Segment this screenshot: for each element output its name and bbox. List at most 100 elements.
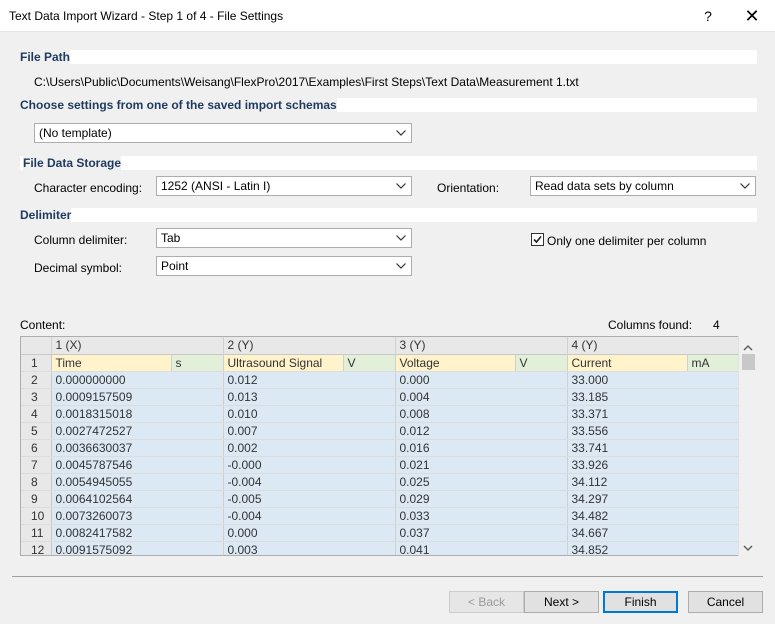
column-header[interactable]: 4 (Y): [567, 337, 740, 355]
data-cell[interactable]: 33.371: [567, 405, 740, 423]
column-header[interactable]: 2 (Y): [223, 337, 396, 355]
schema-select[interactable]: (No template): [34, 123, 412, 143]
unit-cell[interactable]: mA: [687, 354, 740, 372]
data-cell[interactable]: 0.000: [395, 371, 568, 389]
data-cell[interactable]: 33.926: [567, 456, 740, 474]
data-cell[interactable]: 0.0082417582: [51, 524, 224, 542]
chevron-down-icon: [395, 124, 407, 142]
data-cell[interactable]: 34.667: [567, 524, 740, 542]
data-cell[interactable]: 0.012: [395, 422, 568, 440]
data-cell[interactable]: 33.741: [567, 439, 740, 457]
row-number: 5: [21, 422, 52, 440]
data-cell[interactable]: 34.852: [567, 541, 740, 555]
data-cell[interactable]: 0.013: [223, 388, 396, 406]
data-cell[interactable]: 0.000000000: [51, 371, 224, 389]
storage-header: File Data Storage: [23, 156, 122, 170]
unit-cell[interactable]: V: [343, 354, 396, 372]
scroll-thumb[interactable]: [742, 354, 755, 370]
finish-button[interactable]: Finish: [603, 591, 678, 613]
column-header[interactable]: 3 (Y): [395, 337, 568, 355]
data-cell[interactable]: 0.016: [395, 439, 568, 457]
data-cell[interactable]: -0.005: [223, 490, 396, 508]
data-cell[interactable]: 0.0036630037: [51, 439, 224, 457]
data-cell[interactable]: 0.029: [395, 490, 568, 508]
encoding-select[interactable]: 1252 (ANSI - Latin I): [156, 176, 412, 196]
data-cell[interactable]: 0.0091575092: [51, 541, 224, 555]
decimal-symbol-label: Decimal symbol:: [34, 261, 123, 275]
orientation-select[interactable]: Read data sets by column: [530, 176, 756, 196]
next-button[interactable]: Next >: [524, 591, 599, 613]
data-cell[interactable]: 34.112: [567, 473, 740, 491]
data-cell[interactable]: 0.0027472527: [51, 422, 224, 440]
scroll-down-icon[interactable]: [743, 541, 753, 551]
column-delimiter-select[interactable]: Tab: [156, 228, 412, 248]
data-cell[interactable]: 0.012: [223, 371, 396, 389]
data-cell[interactable]: 33.000: [567, 371, 740, 389]
data-cell[interactable]: -0.000: [223, 456, 396, 474]
data-cell[interactable]: 0.041: [395, 541, 568, 555]
column-header-row: 1 (X) 2 (Y) 3 (Y) 4 (Y): [21, 337, 740, 355]
columns-found-value: 4: [713, 318, 720, 332]
data-cell[interactable]: 0.0009157509: [51, 388, 224, 406]
data-cell[interactable]: 33.556: [567, 422, 740, 440]
data-cell[interactable]: 0.000: [223, 524, 396, 542]
encoding-label: Character encoding:: [34, 181, 143, 195]
table-row: 8 0.0054945055 -0.004 0.025 34.112: [21, 473, 740, 491]
row-number: 6: [21, 439, 52, 457]
row-number: 7: [21, 456, 52, 474]
table-row: 10 0.0073260073 -0.004 0.033 34.482: [21, 507, 740, 525]
schema-select-value: (No template): [39, 126, 112, 140]
table-row: 2 0.000000000 0.012 0.000 33.000: [21, 371, 740, 389]
data-cell[interactable]: -0.004: [223, 507, 396, 525]
table-row: 3 0.0009157509 0.013 0.004 33.185: [21, 388, 740, 406]
cancel-button[interactable]: Cancel: [688, 591, 763, 613]
content-grid[interactable]: 1 (X) 2 (Y) 3 (Y) 4 (Y) 1 Time s Ultraso…: [20, 336, 757, 556]
data-cell[interactable]: 34.482: [567, 507, 740, 525]
column-header[interactable]: 1 (X): [51, 337, 224, 355]
data-cell[interactable]: 0.003: [223, 541, 396, 555]
unit-cell[interactable]: s: [171, 354, 224, 372]
name-cell[interactable]: Time: [51, 354, 172, 372]
data-cell[interactable]: 0.033: [395, 507, 568, 525]
name-cell[interactable]: Ultrasound Signal: [223, 354, 344, 372]
data-cell[interactable]: 0.0018315018: [51, 405, 224, 423]
data-cell[interactable]: 33.185: [567, 388, 740, 406]
row-number: 12: [21, 541, 52, 555]
data-cell[interactable]: 0.0064102564: [51, 490, 224, 508]
data-cell[interactable]: 0.008: [395, 405, 568, 423]
data-cell[interactable]: 0.010: [223, 405, 396, 423]
close-button[interactable]: ✕: [730, 0, 774, 32]
schema-header: Choose settings from one of the saved im…: [20, 98, 337, 112]
vertical-scrollbar[interactable]: [738, 336, 757, 556]
one-delimiter-checkbox[interactable]: [531, 233, 544, 246]
title-bar: Text Data Import Wizard - Step 1 of 4 - …: [0, 0, 775, 32]
chevron-down-icon: [739, 177, 751, 195]
back-button[interactable]: < Back: [449, 591, 524, 613]
data-cell[interactable]: 0.037: [395, 524, 568, 542]
content-table: 1 (X) 2 (Y) 3 (Y) 4 (Y) 1 Time s Ultraso…: [21, 337, 740, 555]
row-number: 2: [21, 371, 52, 389]
decimal-symbol-select[interactable]: Point: [156, 256, 412, 276]
row-number: 3: [21, 388, 52, 406]
checkmark-icon: [533, 235, 542, 244]
data-cell[interactable]: 0.0045787546: [51, 456, 224, 474]
data-cell[interactable]: -0.004: [223, 473, 396, 491]
data-cell[interactable]: 0.021: [395, 456, 568, 474]
table-row: 12 0.0091575092 0.003 0.041 34.852: [21, 541, 740, 555]
scroll-up-icon[interactable]: [743, 340, 753, 351]
name-cell[interactable]: Current: [567, 354, 688, 372]
name-cell[interactable]: Voltage: [395, 354, 516, 372]
table-row: 7 0.0045787546 -0.000 0.021 33.926: [21, 456, 740, 474]
file-path-header: File Path: [20, 50, 71, 64]
help-button[interactable]: ?: [690, 0, 726, 32]
one-delimiter-label[interactable]: Only one delimiter per column: [547, 234, 706, 248]
data-cell[interactable]: 0.025: [395, 473, 568, 491]
data-cell[interactable]: 34.297: [567, 490, 740, 508]
data-cell[interactable]: 0.007: [223, 422, 396, 440]
chevron-down-icon: [395, 229, 407, 247]
data-cell[interactable]: 0.002: [223, 439, 396, 457]
data-cell[interactable]: 0.0073260073: [51, 507, 224, 525]
data-cell[interactable]: 0.004: [395, 388, 568, 406]
data-cell[interactable]: 0.0054945055: [51, 473, 224, 491]
unit-cell[interactable]: V: [515, 354, 568, 372]
